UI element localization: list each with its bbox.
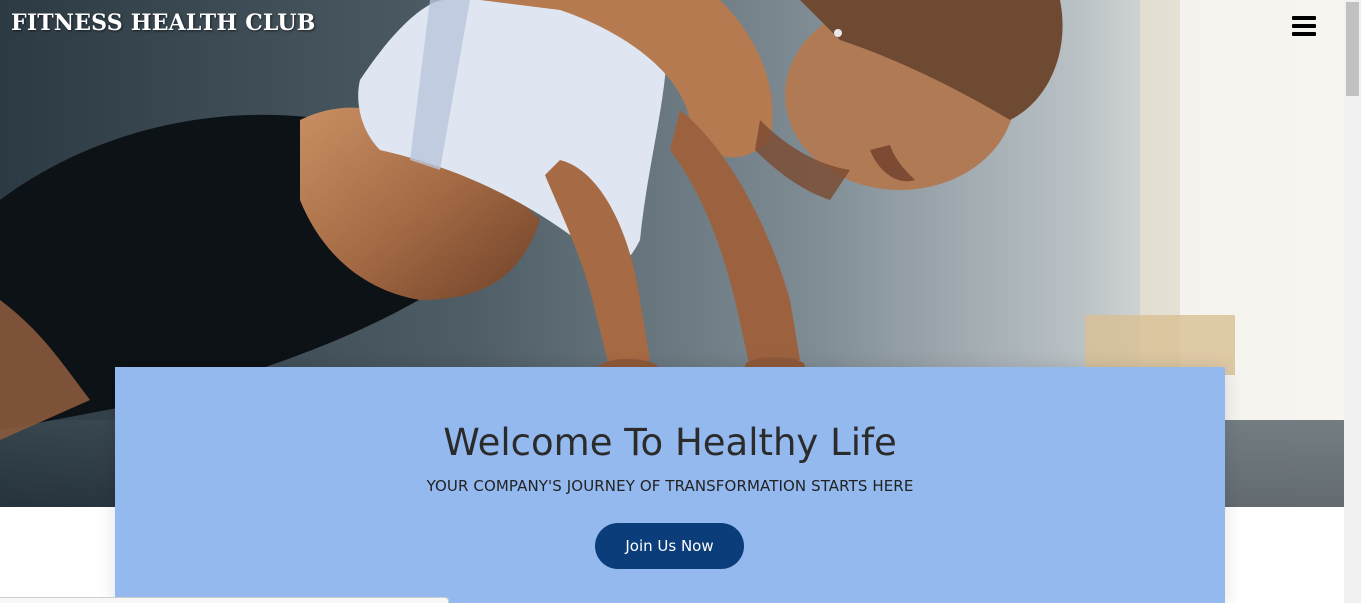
menu-bar-middle — [1292, 24, 1316, 28]
page: FITNESS HEALTH CLUB Welcome To Healthy L… — [0, 0, 1361, 603]
menu-bar-top — [1292, 16, 1316, 20]
join-us-now-button[interactable]: Join Us Now — [595, 523, 744, 569]
brand-logo-text[interactable]: FITNESS HEALTH CLUB — [11, 10, 316, 36]
welcome-subtitle: YOUR COMPANY'S JOURNEY OF TRANSFORMATION… — [426, 477, 914, 495]
scrollbar-thumb[interactable] — [1346, 2, 1359, 96]
welcome-title: Welcome To Healthy Life — [443, 421, 897, 464]
bottom-panel-edge — [0, 597, 449, 603]
hamburger-menu-icon[interactable] — [1292, 16, 1316, 36]
welcome-card: Welcome To Healthy Life YOUR COMPANY'S J… — [115, 367, 1225, 603]
vertical-scrollbar[interactable] — [1344, 0, 1361, 603]
menu-bar-bottom — [1292, 32, 1316, 36]
